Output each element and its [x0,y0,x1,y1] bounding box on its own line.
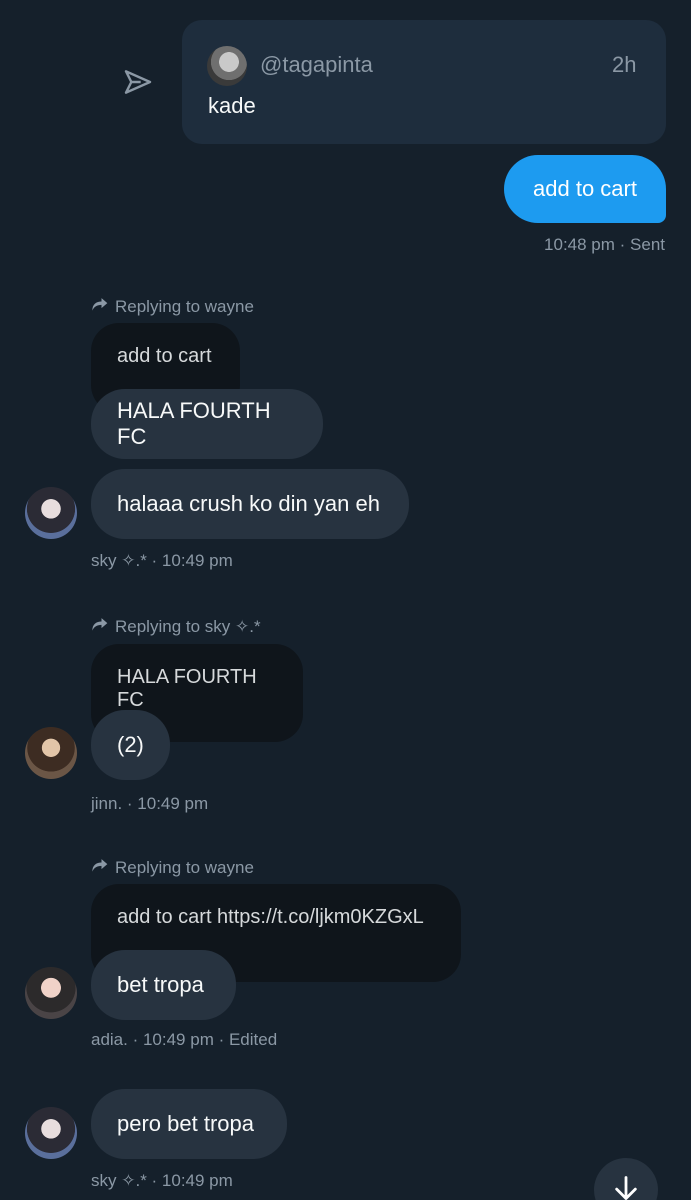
reply-context: Replying to wayne [89,855,254,880]
quoted-tweet-time: 2h [612,52,637,77]
message-meta: adia. · 10:49 pm · Edited [91,1030,278,1049]
dm-conversation: @tagapinta 2h kade add to cart 10:48 pm … [0,0,691,1200]
message-bubble[interactable]: halaaa crush ko din yan eh [91,469,409,539]
avatar[interactable] [25,727,77,779]
reply-arrow-icon [89,855,109,880]
arrow-down-icon [612,1158,640,1200]
replied-to-text: HALA FOURTH FC [117,666,257,711]
sent-message-bubble[interactable]: add to cart [504,155,666,223]
message-meta: sky ✧.* · 10:49 pm [91,551,233,570]
avatar[interactable] [25,967,77,1019]
avatar[interactable] [25,1107,77,1159]
quoted-tweet-handle: @tagapinta [260,52,373,77]
quoted-tweet-text: kade [208,93,256,118]
reply-label: Replying to wayne [115,296,254,316]
reply-label: Replying to wayne [115,857,254,877]
message-text: halaaa crush ko din yan eh [117,491,380,516]
quoted-tweet-avatar [207,46,247,86]
message-meta: jinn. · 10:49 pm [91,794,209,813]
share-send-icon[interactable] [122,66,154,98]
avatar[interactable] [25,487,77,539]
quoted-tweet-card[interactable] [182,20,666,144]
scroll-to-bottom-button[interactable] [594,1158,658,1200]
message-text: (2) [117,732,144,757]
message-text: pero bet tropa [117,1111,254,1136]
reply-context: Replying to sky ✧.* [89,614,261,639]
reply-label: Replying to sky ✧.* [115,616,261,636]
message-bubble[interactable]: (2) [91,710,170,780]
message-meta: sky ✧.* · 10:49 pm [91,1171,233,1190]
sent-message-text: add to cart [533,176,637,201]
message-bubble[interactable]: bet tropa [91,950,236,1020]
reply-context: Replying to wayne [89,294,254,319]
message-text: HALA FOURTH FC [117,398,271,449]
message-bubble[interactable]: pero bet tropa [91,1089,287,1159]
message-text: bet tropa [117,972,204,997]
replied-to-text: add to cart https://t.co/ljkm0KZGxL [117,906,424,928]
message-bubble[interactable]: HALA FOURTH FC [91,389,323,459]
reply-arrow-icon [89,294,109,319]
reply-arrow-icon [89,614,109,639]
sent-message-meta: 10:48 pm · Sent [544,235,665,254]
replied-to-text: add to cart [117,345,212,367]
